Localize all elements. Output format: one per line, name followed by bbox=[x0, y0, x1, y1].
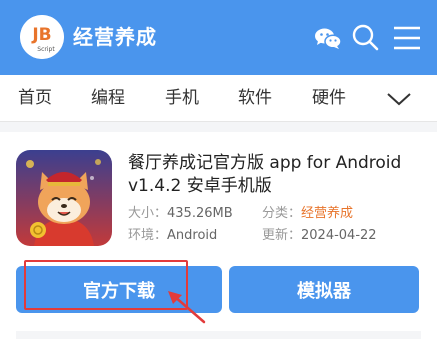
site-title[interactable]: 经营养成 bbox=[73, 24, 157, 50]
nav-item-home[interactable]: 首页 bbox=[18, 86, 52, 110]
meta-env-label: 环境： bbox=[128, 228, 168, 243]
meta-category: 分类：经营养成 bbox=[262, 205, 353, 223]
emulator-button[interactable]: 模拟器 bbox=[229, 266, 419, 313]
meta-category-label: 分类： bbox=[262, 206, 302, 221]
svg-text:Script: Script bbox=[37, 46, 55, 53]
nav-item-software[interactable]: 软件 bbox=[238, 86, 272, 110]
nav-item-programming[interactable]: 编程 bbox=[91, 86, 125, 110]
meta-updated: 更新：2024-04-22 bbox=[262, 227, 377, 245]
category-nav: 首页 编程 手机 软件 硬件 bbox=[0, 75, 437, 122]
meta-size-label: 大小： bbox=[128, 206, 168, 221]
site-logo[interactable]: JB Script bbox=[20, 15, 64, 59]
app-icon[interactable] bbox=[16, 150, 112, 246]
section-divider bbox=[0, 122, 437, 132]
svg-text:JB: JB bbox=[31, 25, 51, 45]
search-icon[interactable] bbox=[350, 22, 382, 54]
meta-updated-value: 2024-04-22 bbox=[301, 228, 377, 243]
nav-item-mobile[interactable]: 手机 bbox=[165, 86, 199, 110]
site-header: JB Script 经营养成 bbox=[0, 0, 437, 75]
official-download-button[interactable]: 官方下载 bbox=[16, 266, 222, 313]
meta-category-value[interactable]: 经营养成 bbox=[301, 206, 353, 221]
chevron-down-icon[interactable] bbox=[385, 89, 413, 109]
bottom-divider bbox=[16, 331, 421, 339]
wechat-icon[interactable] bbox=[312, 22, 344, 54]
nav-item-hardware[interactable]: 硬件 bbox=[312, 86, 346, 110]
meta-size-value: 435.26MB bbox=[167, 206, 233, 221]
app-title: 餐厅养成记官方版 app for Android v1.4.2 安卓手机版 bbox=[128, 153, 402, 196]
logo-mark-icon: JB Script bbox=[20, 15, 64, 59]
meta-environment: 环境：Android bbox=[128, 227, 217, 245]
meta-size: 大小：435.26MB bbox=[128, 205, 233, 223]
menu-icon[interactable] bbox=[392, 22, 424, 54]
meta-env-value: Android bbox=[167, 228, 218, 243]
meta-updated-label: 更新： bbox=[262, 228, 302, 243]
